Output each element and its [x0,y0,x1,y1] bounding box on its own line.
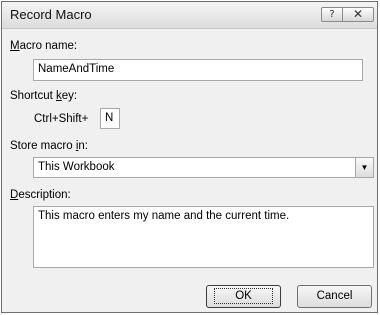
shortcut-prefix-label: Ctrl+Shift+ [34,113,89,125]
cancel-button[interactable]: Cancel [297,285,372,308]
record-macro-dialog: Record Macro ? ✕ Macro name: NameAndTime… [1,1,378,313]
help-icon: ? [329,9,335,20]
dialog-title: Record Macro [10,7,92,22]
shortcut-key-label: Shortcut key: [10,90,78,102]
description-label: Description: [10,189,71,201]
close-icon: ✕ [352,7,364,21]
close-button[interactable]: ✕ [342,7,374,22]
chevron-down-icon: ▼ [360,163,369,172]
ok-button-label: OK [214,288,273,304]
store-macro-label: Store macro in: [10,140,88,152]
macro-name-label: Macro name: [10,40,78,52]
shortcut-key-input[interactable]: N [100,108,120,129]
help-button[interactable]: ? [321,7,343,22]
description-textarea[interactable]: This macro enters my name and the curren… [33,206,374,268]
ok-button[interactable]: OK [206,285,281,308]
store-macro-value: This Workbook [38,161,115,173]
store-macro-select[interactable]: This Workbook ▼ [33,157,374,178]
dropdown-button[interactable]: ▼ [355,158,373,177]
macro-name-input[interactable]: NameAndTime [33,59,363,81]
title-bar: Record Macro ? ✕ [2,2,377,29]
